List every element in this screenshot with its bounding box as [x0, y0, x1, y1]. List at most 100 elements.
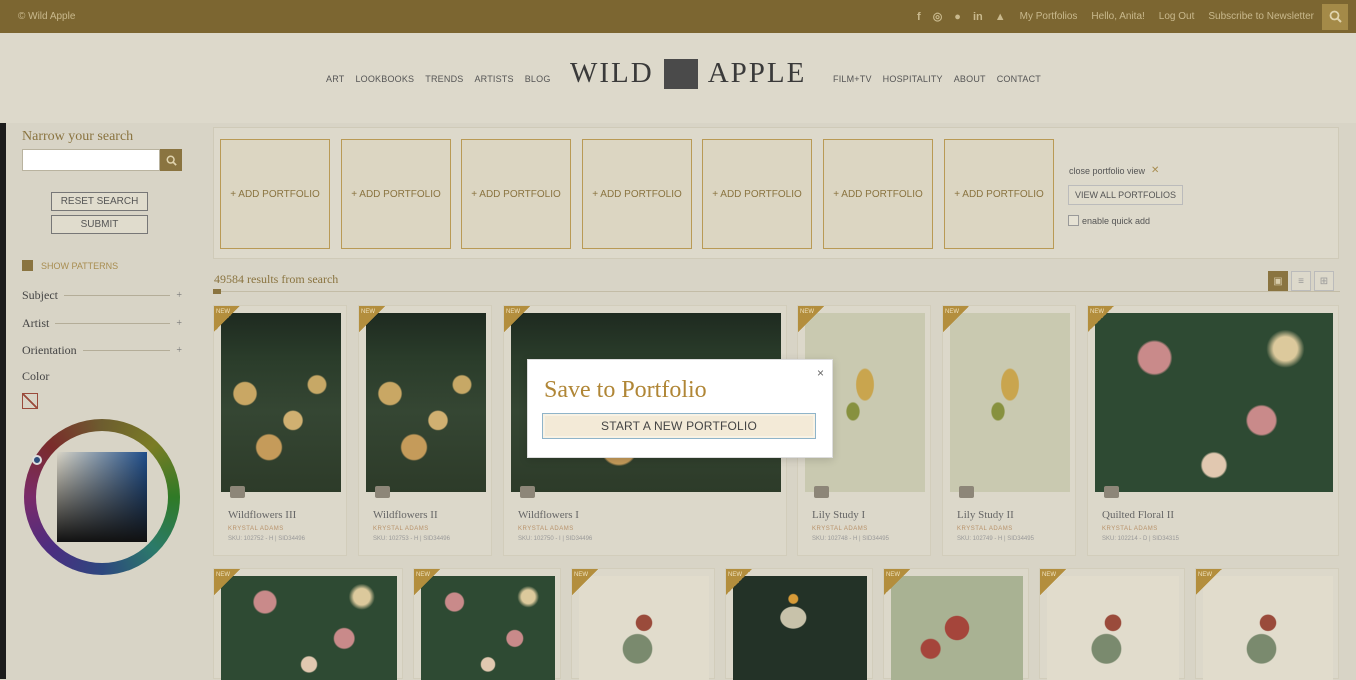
artwork-title[interactable]: Wildflowers II — [373, 509, 438, 521]
view-all-portfolios-button[interactable]: VIEW ALL PORTFOLIOS — [1068, 185, 1184, 205]
start-new-portfolio-button[interactable]: START A NEW PORTFOLIO — [542, 413, 816, 439]
no-color-swatch[interactable] — [22, 393, 38, 409]
artwork-thumbnail[interactable] — [733, 576, 867, 680]
sidebar-search-button[interactable] — [160, 149, 182, 171]
nav-hospitality[interactable]: HOSPITALITY — [883, 74, 943, 84]
nav-about[interactable]: ABOUT — [954, 74, 986, 84]
add-portfolio-tile[interactable]: + ADD PORTFOLIO — [582, 139, 692, 249]
artwork-thumbnail[interactable] — [421, 576, 555, 680]
logo-word-wild: WILD — [570, 57, 654, 89]
thumbnail-portfolio-icon[interactable] — [520, 486, 535, 498]
grid-view-icon[interactable]: ⊞ — [1314, 271, 1334, 291]
add-portfolio-tile[interactable]: + ADD PORTFOLIO — [944, 139, 1054, 249]
site-logo[interactable]: WILD APPLE — [570, 57, 806, 90]
artwork-artist[interactable]: KRYSTAL ADAMS — [373, 526, 429, 532]
hue-handle[interactable] — [32, 455, 42, 465]
thumbnail-portfolio-icon[interactable] — [375, 486, 390, 498]
main-nav-left: ART LOOKBOOKS TRENDS ARTISTS BLOG — [326, 74, 551, 84]
results-divider — [214, 291, 1340, 292]
artwork-title[interactable]: Quilted Floral II — [1102, 509, 1174, 521]
thumbnail-portfolio-icon[interactable] — [959, 486, 974, 498]
artwork-card[interactable]: NEW Lily Study II KRYSTAL ADAMS SKU: 102… — [942, 305, 1076, 556]
results-scroll-handle[interactable] — [213, 289, 221, 294]
add-portfolio-tile[interactable]: + ADD PORTFOLIO — [823, 139, 933, 249]
nav-artists[interactable]: ARTISTS — [474, 74, 513, 84]
linkedin-icon[interactable]: in — [973, 11, 983, 23]
pinterest-icon[interactable]: ● — [954, 11, 961, 23]
artwork-card[interactable]: NEW — [1195, 568, 1339, 680]
add-portfolio-tile[interactable]: + ADD PORTFOLIO — [220, 139, 330, 249]
artwork-card[interactable]: NEW — [213, 568, 403, 680]
checkbox-icon[interactable] — [1068, 215, 1079, 226]
close-portfolio-view[interactable]: close portfolio view ✕ — [1069, 165, 1159, 176]
new-badge: NEW — [1040, 569, 1066, 595]
instagram-icon[interactable]: ◎ — [933, 10, 943, 23]
top-search-button[interactable] — [1322, 3, 1348, 30]
artwork-title[interactable]: Lily Study I — [812, 509, 865, 521]
artwork-thumbnail[interactable] — [891, 576, 1023, 680]
artwork-thumbnail[interactable] — [579, 576, 709, 680]
new-badge: NEW — [214, 306, 240, 332]
nav-film-tv[interactable]: FILM+TV — [833, 74, 872, 84]
color-picker-square[interactable] — [57, 452, 147, 542]
subscribe-link[interactable]: Subscribe to Newsletter — [1208, 11, 1314, 22]
facet-subject[interactable]: Subject + — [22, 288, 182, 303]
artwork-artist[interactable]: KRYSTAL ADAMS — [228, 526, 284, 532]
facebook-icon[interactable]: f — [917, 11, 921, 23]
greeting-link[interactable]: Hello, Anita! — [1091, 11, 1144, 22]
artwork-card[interactable]: NEW Wildflowers II KRYSTAL ADAMS SKU: 10… — [358, 305, 492, 556]
artwork-title[interactable]: Lily Study II — [957, 509, 1014, 521]
thumbnail-portfolio-icon[interactable] — [1104, 486, 1119, 498]
new-badge: NEW — [214, 569, 240, 595]
list-view-icon[interactable]: ≡ — [1291, 271, 1311, 291]
quick-add-toggle[interactable]: enable quick add — [1068, 215, 1150, 226]
reset-search-button[interactable]: RESET SEARCH — [51, 192, 148, 211]
artwork-artist[interactable]: KRYSTAL ADAMS — [518, 526, 574, 532]
submit-button[interactable]: SUBMIT — [51, 215, 148, 234]
artwork-card[interactable]: NEW — [571, 568, 715, 680]
artwork-title[interactable]: Wildflowers III — [228, 509, 296, 521]
artwork-card[interactable]: NEW Wildflowers III KRYSTAL ADAMS SKU: 1… — [213, 305, 347, 556]
artwork-card[interactable]: NEW — [725, 568, 873, 680]
nav-trends[interactable]: TRENDS — [425, 74, 463, 84]
artwork-card[interactable]: NEW Quilted Floral II KRYSTAL ADAMS SKU:… — [1087, 305, 1339, 556]
artwork-thumbnail[interactable] — [1047, 576, 1179, 680]
youtube-icon[interactable]: ▲ — [995, 11, 1006, 23]
save-to-portfolio-modal: Save to Portfolio × START A NEW PORTFOLI… — [527, 359, 833, 458]
close-icon[interactable]: × — [817, 366, 824, 380]
artwork-card[interactable]: NEW — [1039, 568, 1185, 680]
portfolio-view-icon[interactable]: ▣ — [1268, 271, 1288, 291]
add-portfolio-tile[interactable]: + ADD PORTFOLIO — [461, 139, 571, 249]
new-badge: NEW — [943, 306, 969, 332]
logo-word-apple: APPLE — [707, 57, 807, 89]
new-badge: NEW — [359, 306, 385, 332]
facet-artist[interactable]: Artist + — [22, 316, 182, 331]
artwork-card[interactable]: NEW — [413, 568, 561, 680]
artwork-thumbnail[interactable] — [1203, 576, 1333, 680]
artwork-thumbnail[interactable] — [1095, 313, 1333, 492]
artwork-thumbnail[interactable] — [221, 313, 341, 492]
my-portfolios-link[interactable]: My Portfolios — [1020, 11, 1078, 22]
add-portfolio-tile[interactable]: + ADD PORTFOLIO — [702, 139, 812, 249]
logout-link[interactable]: Log Out — [1159, 11, 1195, 22]
artwork-card[interactable]: NEW — [883, 568, 1029, 680]
artwork-thumbnail[interactable] — [221, 576, 397, 680]
thumbnail-portfolio-icon[interactable] — [230, 486, 245, 498]
artwork-artist[interactable]: KRYSTAL ADAMS — [1102, 526, 1158, 532]
artwork-artist[interactable]: KRYSTAL ADAMS — [957, 526, 1013, 532]
add-portfolio-tile[interactable]: + ADD PORTFOLIO — [341, 139, 451, 249]
facet-orientation[interactable]: Orientation + — [22, 343, 182, 358]
nav-contact[interactable]: CONTACT — [997, 74, 1041, 84]
thumbnail-portfolio-icon[interactable] — [814, 486, 829, 498]
quick-add-label: enable quick add — [1082, 215, 1151, 226]
show-patterns-toggle[interactable]: SHOW PATTERNS — [22, 260, 118, 271]
color-wheel[interactable] — [24, 419, 180, 575]
nav-blog[interactable]: BLOG — [525, 74, 551, 84]
sidebar-search-input[interactable] — [22, 149, 160, 171]
artwork-title[interactable]: Wildflowers I — [518, 509, 579, 521]
artwork-artist[interactable]: KRYSTAL ADAMS — [812, 526, 868, 532]
nav-art[interactable]: ART — [326, 74, 344, 84]
nav-lookbooks[interactable]: LOOKBOOKS — [355, 74, 414, 84]
artwork-thumbnail[interactable] — [366, 313, 486, 492]
artwork-thumbnail[interactable] — [950, 313, 1070, 492]
